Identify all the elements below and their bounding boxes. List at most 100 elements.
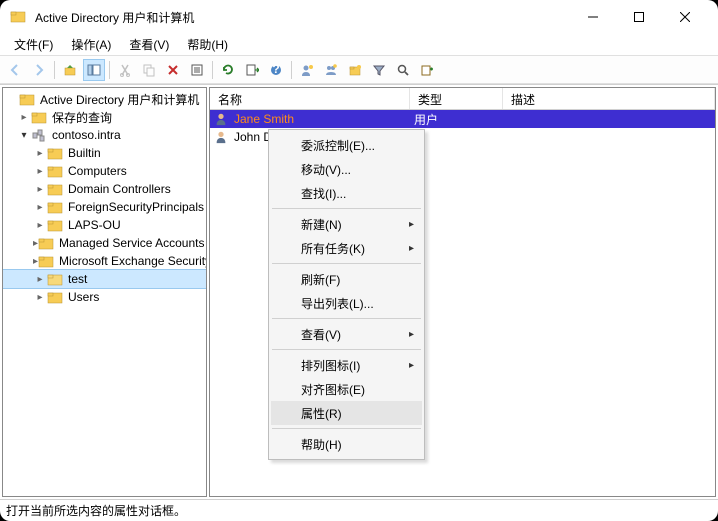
list-row[interactable]: Jane Smith用户 <box>210 110 715 128</box>
context-menu-item[interactable]: 移动(V)... <box>271 157 422 181</box>
folder-icon <box>31 109 47 125</box>
tree-root[interactable]: Active Directory 用户和计算机 <box>3 90 206 108</box>
folder-icon <box>47 199 63 215</box>
cell-desc <box>503 118 715 120</box>
menu-help[interactable]: 帮助(H) <box>179 34 236 55</box>
context-menu-label: 对齐图标(E) <box>301 381 365 398</box>
expander-icon[interactable]: ▸ <box>17 112 31 123</box>
tree-item-label: Users <box>66 290 101 304</box>
filter-button[interactable] <box>368 59 390 81</box>
new-ou-button[interactable] <box>344 59 366 81</box>
forward-button[interactable] <box>28 59 50 81</box>
context-menu-label: 移动(V)... <box>301 161 351 178</box>
titlebar: Active Directory 用户和计算机 <box>0 0 718 34</box>
menu-action[interactable]: 操作(A) <box>63 34 119 55</box>
context-menu-separator <box>272 263 421 264</box>
expander-icon[interactable]: ▸ <box>33 220 47 231</box>
context-menu-label: 委派控制(E)... <box>301 137 375 154</box>
context-menu-item[interactable]: 查看(V)▸ <box>271 322 422 346</box>
context-menu-item[interactable]: 排列图标(I)▸ <box>271 353 422 377</box>
tree-item[interactable]: ▸ForeignSecurityPrincipals <box>3 198 206 216</box>
status-bar: 打开当前所选内容的属性对话框。 <box>0 499 718 521</box>
close-button[interactable] <box>662 2 708 32</box>
context-menu-item[interactable]: 委派控制(E)... <box>271 133 422 157</box>
tree-domain[interactable]: ▾ contoso.intra <box>3 126 206 144</box>
menubar: 文件(F) 操作(A) 查看(V) 帮助(H) <box>0 34 718 56</box>
maximize-button[interactable] <box>616 2 662 32</box>
menu-file[interactable]: 文件(F) <box>6 34 61 55</box>
col-type[interactable]: 类型 <box>410 88 503 109</box>
context-menu-item[interactable]: 刷新(F) <box>271 267 422 291</box>
tree-item[interactable]: ▸Domain Controllers <box>3 180 206 198</box>
context-menu-separator <box>272 349 421 350</box>
tree-pane[interactable]: Active Directory 用户和计算机 ▸ 保存的查询 ▾ contos… <box>2 87 207 497</box>
back-button[interactable] <box>4 59 26 81</box>
expander-icon[interactable]: ▸ <box>33 202 47 213</box>
new-group-button[interactable] <box>320 59 342 81</box>
export-list-button[interactable] <box>241 59 263 81</box>
tree-saved-queries[interactable]: ▸ 保存的查询 <box>3 108 206 126</box>
domain-icon <box>31 127 47 143</box>
expander-icon[interactable]: ▸ <box>33 292 47 303</box>
app-window: Active Directory 用户和计算机 文件(F) 操作(A) 查看(V… <box>0 0 718 521</box>
context-menu-separator <box>272 428 421 429</box>
cell-type: 用户 <box>410 110 503 129</box>
tree-item[interactable]: ▸Managed Service Accounts <box>3 234 206 252</box>
folder-icon <box>38 235 54 251</box>
col-name[interactable]: 名称 <box>210 88 410 109</box>
expander-icon[interactable]: ▸ <box>33 148 47 159</box>
context-menu-label: 所有任务(K) <box>301 240 365 257</box>
help-button[interactable]: ? <box>265 59 287 81</box>
context-menu-item[interactable]: 新建(N) ▸ <box>271 212 422 236</box>
context-menu-separator <box>272 318 421 319</box>
submenu-arrow-icon: ▸ <box>409 243 414 254</box>
show-hide-tree-button[interactable] <box>83 59 105 81</box>
add-to-group-button[interactable] <box>416 59 438 81</box>
tree-item[interactable]: ▸Microsoft Exchange Security Groups <box>3 252 206 270</box>
context-menu-item[interactable]: 帮助(H) <box>271 432 422 456</box>
delete-button[interactable] <box>162 59 184 81</box>
tree-item-label: Microsoft Exchange Security Groups <box>57 254 207 268</box>
find-button[interactable] <box>392 59 414 81</box>
minimize-button[interactable] <box>570 2 616 32</box>
context-menu-item[interactable]: 属性(R) <box>271 401 422 425</box>
context-menu-item[interactable]: 导出列表(L)... <box>271 291 422 315</box>
tree-item[interactable]: ▸LAPS-OU <box>3 216 206 234</box>
submenu-arrow-icon: ▸ <box>409 219 414 230</box>
list-pane[interactable]: 名称 类型 描述 Jane Smith用户John D 委派控制(E)...移动… <box>209 87 716 497</box>
cell-desc <box>503 136 715 138</box>
app-icon <box>10 9 26 25</box>
context-menu-label: 排列图标(I) <box>301 357 360 374</box>
context-menu-item[interactable]: 对齐图标(E) <box>271 377 422 401</box>
tree-item[interactable]: ▸Computers <box>3 162 206 180</box>
menu-view[interactable]: 查看(V) <box>121 34 177 55</box>
user-icon <box>214 112 228 126</box>
properties-button[interactable] <box>186 59 208 81</box>
context-menu: 委派控制(E)... 移动(V)... 查找(I)... 新建(N) ▸ 所有任务(K) ▸… <box>268 129 425 460</box>
folder-icon <box>47 181 63 197</box>
new-user-button[interactable] <box>296 59 318 81</box>
context-menu-label: 新建(N) <box>301 216 342 233</box>
tree-item[interactable]: ▸ Users <box>3 288 206 306</box>
refresh-button[interactable] <box>217 59 239 81</box>
cut-button[interactable] <box>114 59 136 81</box>
expander-icon[interactable]: ▸ <box>33 274 47 285</box>
copy-button[interactable] <box>138 59 160 81</box>
up-button[interactable] <box>59 59 81 81</box>
tree-item-label: Managed Service Accounts <box>57 236 206 250</box>
expander-icon[interactable]: ▸ <box>33 166 47 177</box>
expander-open-icon[interactable]: ▾ <box>17 130 31 141</box>
context-menu-item[interactable]: 所有任务(K) ▸ <box>271 236 422 260</box>
cell-name: Jane Smith <box>210 111 410 127</box>
context-menu-label: 帮助(H) <box>301 436 342 453</box>
tree-item[interactable]: ▸Builtin <box>3 144 206 162</box>
expander-icon[interactable]: ▸ <box>33 184 47 195</box>
col-desc[interactable]: 描述 <box>503 88 715 109</box>
folder-icon <box>47 271 63 287</box>
context-menu-item[interactable]: 查找(I)... <box>271 181 422 205</box>
ad-root-icon <box>19 91 35 107</box>
folder-icon <box>47 289 63 305</box>
folder-icon <box>47 145 63 161</box>
tree-item[interactable]: ▸test <box>3 270 206 288</box>
context-menu-separator <box>272 208 421 209</box>
